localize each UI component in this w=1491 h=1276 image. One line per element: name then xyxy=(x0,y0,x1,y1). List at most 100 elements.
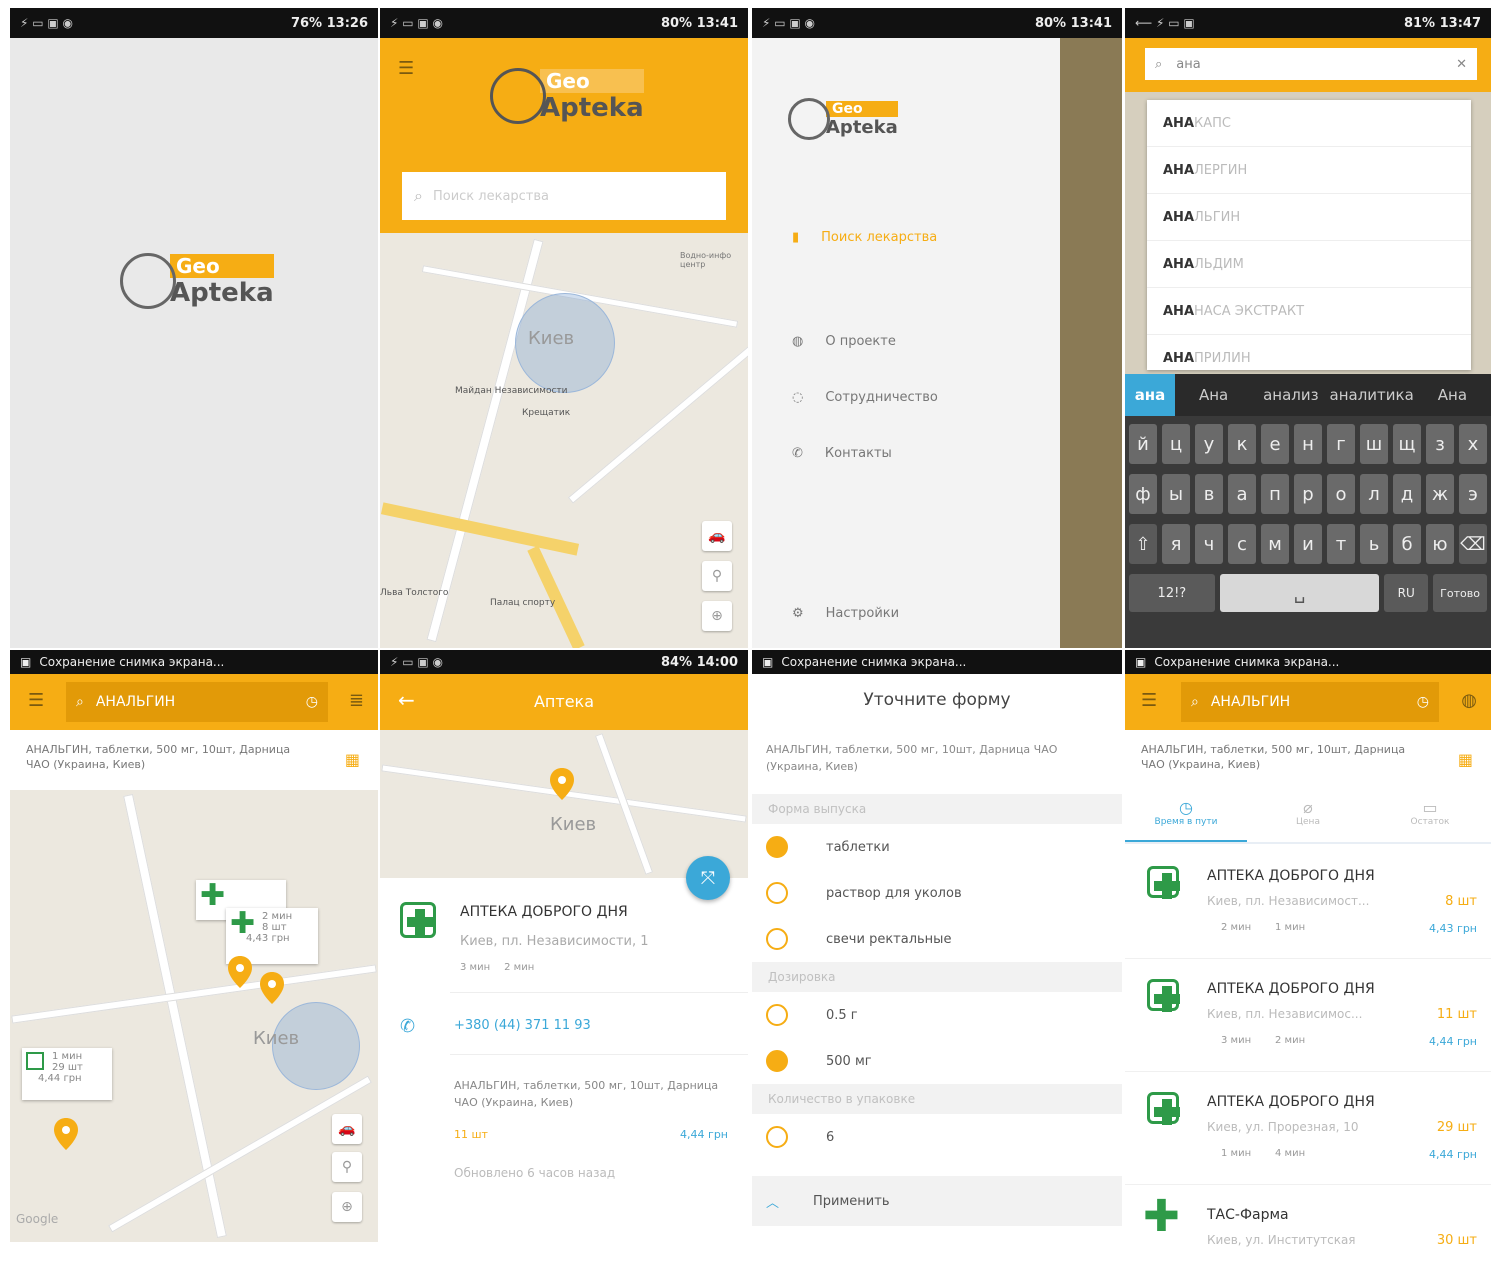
map-view[interactable]: Киев Майдан Независимости Крещатик Льва … xyxy=(380,233,748,648)
key[interactable]: ш xyxy=(1360,424,1388,464)
apply-button[interactable]: ︿ Применить xyxy=(752,1176,1122,1226)
key[interactable]: л xyxy=(1360,474,1388,514)
key[interactable]: з xyxy=(1426,424,1454,464)
tab-time[interactable]: ◷ Время в пути xyxy=(1125,792,1247,842)
pin-icon[interactable]: ⚲ xyxy=(702,561,732,591)
key[interactable]: е xyxy=(1261,424,1289,464)
key[interactable]: в xyxy=(1195,474,1223,514)
radio-button[interactable] xyxy=(766,928,788,950)
calendar-icon[interactable]: ▦ xyxy=(1458,750,1473,769)
list-icon[interactable]: ≣ xyxy=(349,690,364,711)
key[interactable]: й xyxy=(1129,424,1157,464)
space-key[interactable]: ␣ xyxy=(1219,574,1380,612)
pharmacy-list-item[interactable]: ✚ ТАС-Фарма Киев, ул. Институтская 30 шт xyxy=(1125,1185,1491,1276)
key[interactable]: ь xyxy=(1360,524,1388,564)
radio-button[interactable] xyxy=(766,836,788,858)
suggestion-item[interactable]: АНА КАПС xyxy=(1147,100,1471,147)
radio-button[interactable] xyxy=(766,1004,788,1026)
menu-icon[interactable]: ☰ xyxy=(398,58,414,79)
key[interactable]: ы xyxy=(1162,474,1190,514)
locate-icon[interactable]: ⊕ xyxy=(332,1192,362,1222)
key[interactable]: ф xyxy=(1129,474,1157,514)
prediction-item[interactable]: Ана xyxy=(1175,386,1252,404)
drawer-item-settings[interactable]: ⚙ Настройки xyxy=(792,606,899,621)
drawer-item-search[interactable]: ▮ Поиск лекарства xyxy=(792,230,937,245)
suggestion-item[interactable]: АНА ЛЕРГИН xyxy=(1147,147,1471,194)
language-key[interactable]: RU xyxy=(1384,574,1429,612)
map-view[interactable]: Киев ✚ ✚ 2 мин 8 шт 4,43 грн 1 мин 29 шт… xyxy=(10,790,378,1242)
globe-icon[interactable]: ◍ xyxy=(1461,690,1477,711)
radio-button[interactable] xyxy=(766,1126,788,1148)
clock-icon[interactable]: ◷ xyxy=(306,694,318,710)
prediction-item[interactable]: аналитика xyxy=(1330,386,1414,404)
prediction-item[interactable]: ана xyxy=(1125,374,1175,416)
map-marker-card[interactable]: 1 мин 29 шт 4,44 грн xyxy=(22,1048,112,1100)
radio-option[interactable]: раствор для уколов xyxy=(752,870,1122,916)
suggestion-item[interactable]: АНА НАСА ЭКСТРАКТ xyxy=(1147,288,1471,335)
key[interactable]: т xyxy=(1327,524,1355,564)
suggestion-item[interactable]: АНА ПРИЛИН xyxy=(1147,335,1471,370)
key[interactable]: х xyxy=(1459,424,1487,464)
key[interactable]: н xyxy=(1294,424,1322,464)
key[interactable]: и xyxy=(1294,524,1322,564)
prediction-item[interactable]: анализ xyxy=(1252,386,1329,404)
radio-option[interactable]: 0.5 г xyxy=(752,992,1122,1038)
directions-fab[interactable]: ⤧ xyxy=(686,856,730,900)
pharmacy-list-item[interactable]: АПТЕКА ДОБРОГО ДНЯ Киев, пл. Независимост… xyxy=(1125,846,1491,959)
pin-icon[interactable]: ⚲ xyxy=(332,1152,362,1182)
key[interactable]: ю xyxy=(1426,524,1454,564)
key[interactable]: я xyxy=(1162,524,1190,564)
drawer-item-about[interactable]: ◍ О проекте xyxy=(792,334,896,349)
car-icon[interactable]: 🚗 xyxy=(332,1114,362,1144)
map-view[interactable]: Киев xyxy=(380,730,748,878)
map-pin-icon[interactable] xyxy=(228,956,252,988)
radio-option[interactable]: 500 мг xyxy=(752,1038,1122,1084)
shift-key[interactable]: ⇧ xyxy=(1129,524,1157,564)
key[interactable]: п xyxy=(1261,474,1289,514)
key[interactable]: д xyxy=(1393,474,1421,514)
key[interactable]: с xyxy=(1228,524,1256,564)
key[interactable]: б xyxy=(1393,524,1421,564)
phone-link[interactable]: +380 (44) 371 11 93 xyxy=(454,1018,591,1033)
search-input[interactable]: ⌕ ана ✕ xyxy=(1145,48,1477,80)
radio-button[interactable] xyxy=(766,1050,788,1072)
search-field[interactable]: ⌕ АНАЛЬГИН ◷ xyxy=(66,682,328,722)
search-box[interactable]: ⌕ Поиск лекарства xyxy=(402,172,726,220)
calendar-icon[interactable]: ▦ xyxy=(345,750,360,769)
key[interactable]: о xyxy=(1327,474,1355,514)
key[interactable]: к xyxy=(1228,424,1256,464)
suggestion-item[interactable]: АНА ЛЬДИМ xyxy=(1147,241,1471,288)
clear-icon[interactable]: ✕ xyxy=(1456,57,1467,72)
map-pin-icon[interactable] xyxy=(260,972,284,1004)
key[interactable]: э xyxy=(1459,474,1487,514)
clock-icon[interactable]: ◷ xyxy=(1417,694,1429,710)
locate-icon[interactable]: ⊕ xyxy=(702,601,732,631)
car-icon[interactable]: 🚗 xyxy=(702,521,732,551)
prediction-item[interactable]: Ана xyxy=(1414,386,1491,404)
done-key[interactable]: Готово xyxy=(1433,574,1487,612)
key[interactable]: у xyxy=(1195,424,1223,464)
backspace-key[interactable]: ⌫ xyxy=(1459,524,1487,564)
symbols-key[interactable]: 12!? xyxy=(1129,574,1215,612)
key[interactable]: ц xyxy=(1162,424,1190,464)
pharmacy-list-item[interactable]: АПТЕКА ДОБРОГО ДНЯ Киев, пл. Независимос.… xyxy=(1125,959,1491,1072)
radio-option[interactable]: 6 xyxy=(752,1114,1122,1160)
pharmacy-list-item[interactable]: АПТЕКА ДОБРОГО ДНЯ Киев, ул. Прорезная, 1… xyxy=(1125,1072,1491,1185)
key[interactable]: а xyxy=(1228,474,1256,514)
tab-stock[interactable]: ▭ Остаток xyxy=(1369,792,1491,842)
drawer-item-cooperation[interactable]: ◌ Сотрудничество xyxy=(792,390,938,405)
key[interactable]: щ xyxy=(1393,424,1421,464)
map-pin-icon[interactable] xyxy=(54,1118,78,1150)
drawer-item-contacts[interactable]: ✆ Контакты xyxy=(792,446,892,461)
key[interactable]: м xyxy=(1261,524,1289,564)
radio-button[interactable] xyxy=(766,882,788,904)
menu-icon[interactable]: ☰ xyxy=(28,690,44,711)
key[interactable]: ч xyxy=(1195,524,1223,564)
key[interactable]: р xyxy=(1294,474,1322,514)
menu-icon[interactable]: ☰ xyxy=(1141,690,1157,711)
radio-option[interactable]: таблетки xyxy=(752,824,1122,870)
radio-option[interactable]: свечи ректальные xyxy=(752,916,1122,962)
suggestion-item[interactable]: АНА ЛЬГИН xyxy=(1147,194,1471,241)
key[interactable]: г xyxy=(1327,424,1355,464)
key[interactable]: ж xyxy=(1426,474,1454,514)
